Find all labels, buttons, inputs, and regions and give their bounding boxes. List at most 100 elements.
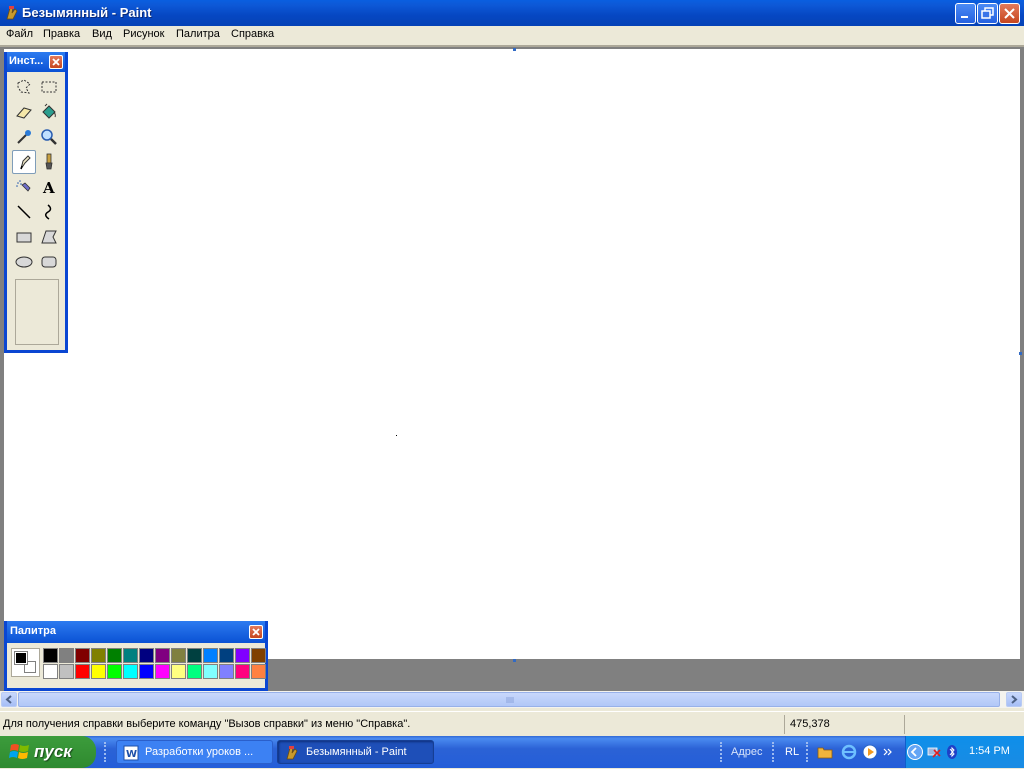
palette-swatch[interactable]	[171, 648, 186, 663]
palette-swatch[interactable]	[219, 664, 234, 679]
toolbox-titlebar[interactable]: Инст...	[7, 52, 65, 72]
scroll-right-button[interactable]	[1006, 692, 1022, 707]
menu-file[interactable]: Файл	[6, 28, 33, 40]
tool-text[interactable]: A	[37, 175, 61, 199]
clock[interactable]: 1:54 PM	[969, 745, 1010, 757]
palette-swatch[interactable]	[235, 664, 250, 679]
palette-swatch[interactable]	[187, 664, 202, 679]
network-icon[interactable]	[926, 744, 942, 760]
resize-handle-top[interactable]	[513, 48, 516, 51]
title-bar[interactable]: Безымянный - Paint	[0, 0, 1024, 26]
restore-button[interactable]	[977, 3, 998, 24]
tool-airbrush[interactable]	[12, 175, 36, 199]
chevron-left-icon	[5, 695, 12, 704]
close-button[interactable]	[999, 3, 1020, 24]
address-toolbar-label[interactable]: Адрес	[731, 746, 763, 758]
resize-handle-bottom[interactable]	[513, 659, 516, 662]
tool-rounded-rect[interactable]	[37, 250, 61, 274]
palette-title: Палитра	[10, 625, 56, 637]
toolbox-close-button[interactable]	[49, 55, 63, 69]
language-indicator[interactable]: RL	[785, 746, 799, 758]
free-form-select-icon	[17, 79, 31, 94]
menu-colors[interactable]: Палитра	[176, 28, 220, 40]
close-icon	[252, 628, 260, 636]
curve-icon	[45, 204, 52, 220]
color-palette-panel: Палитра	[4, 621, 268, 691]
palette-swatch[interactable]	[171, 664, 186, 679]
drawing-canvas[interactable]	[4, 49, 1020, 659]
start-button[interactable]: пуск	[0, 736, 96, 768]
palette-swatch[interactable]	[91, 664, 106, 679]
palette-swatch[interactable]	[59, 648, 74, 663]
minimize-icon	[961, 16, 968, 18]
quicklaunch-overflow[interactable]	[881, 738, 893, 766]
magnifier-icon	[41, 129, 57, 145]
tool-ellipse[interactable]	[12, 250, 36, 274]
taskbar-grip	[806, 742, 810, 762]
palette-swatch[interactable]	[91, 648, 106, 663]
menu-edit[interactable]: Правка	[43, 28, 80, 40]
palette-swatch[interactable]	[251, 648, 266, 663]
word-doc-icon: W	[123, 745, 139, 761]
taskbar-item-paint[interactable]: Безымянный - Paint	[277, 740, 434, 764]
palette-swatch[interactable]	[235, 648, 250, 663]
media-player-icon[interactable]	[862, 744, 878, 760]
folder-icon[interactable]	[817, 745, 833, 759]
tool-rect-select[interactable]	[37, 75, 61, 99]
tool-fill[interactable]	[37, 100, 61, 124]
tool-rectangle[interactable]	[12, 225, 36, 249]
menu-image[interactable]: Рисунок	[123, 28, 165, 40]
palette-swatch[interactable]	[203, 648, 218, 663]
tool-curve[interactable]	[37, 200, 61, 224]
grip-icon	[506, 697, 514, 703]
tool-options-box[interactable]	[15, 279, 59, 345]
tray-expand-button[interactable]	[907, 744, 923, 760]
palette-swatch[interactable]	[139, 664, 154, 679]
tool-polygon[interactable]	[37, 225, 61, 249]
palette-swatch[interactable]	[155, 648, 170, 663]
menu-help[interactable]: Справка	[231, 28, 274, 40]
scroll-left-button[interactable]	[1, 692, 17, 707]
chevron-double-right-icon	[883, 748, 892, 756]
eraser-icon	[16, 107, 32, 119]
toolbox-title: Инст...	[9, 55, 44, 67]
toolbox-panel: Инст... A	[4, 52, 68, 353]
horizontal-scrollbar[interactable]	[0, 691, 1024, 708]
palette-swatch[interactable]	[139, 648, 154, 663]
tool-magnifier[interactable]	[37, 125, 61, 149]
paint-icon	[6, 6, 18, 20]
minimize-button[interactable]	[955, 3, 976, 24]
status-divider	[784, 715, 785, 734]
palette-swatch[interactable]	[187, 648, 202, 663]
palette-swatch[interactable]	[123, 648, 138, 663]
bluetooth-icon[interactable]	[944, 744, 960, 760]
tool-brush[interactable]	[37, 150, 61, 174]
palette-swatch[interactable]	[155, 664, 170, 679]
palette-swatch[interactable]	[203, 664, 218, 679]
scroll-thumb[interactable]	[18, 692, 1000, 707]
taskbar-item-word[interactable]: W Разработки уроков ...	[116, 740, 273, 764]
airbrush-icon	[16, 180, 31, 192]
resize-handle-right[interactable]	[1019, 352, 1022, 355]
internet-explorer-icon[interactable]	[841, 744, 857, 760]
palette-swatch[interactable]	[43, 664, 58, 679]
menu-view[interactable]: Вид	[92, 28, 112, 40]
palette-titlebar[interactable]: Палитра	[7, 621, 265, 643]
tool-line[interactable]	[12, 200, 36, 224]
tool-eraser[interactable]	[12, 100, 36, 124]
palette-swatch[interactable]	[123, 664, 138, 679]
palette-close-button[interactable]	[249, 625, 263, 639]
palette-swatch[interactable]	[107, 648, 122, 663]
tool-free-form-select[interactable]	[12, 75, 36, 99]
palette-swatch[interactable]	[43, 648, 58, 663]
palette-swatch[interactable]	[75, 664, 90, 679]
palette-swatch[interactable]	[251, 664, 266, 679]
current-colors[interactable]	[11, 648, 40, 677]
work-area-border	[0, 45, 1024, 47]
palette-swatch[interactable]	[219, 648, 234, 663]
palette-swatch[interactable]	[107, 664, 122, 679]
tool-pencil[interactable]	[12, 150, 36, 174]
palette-swatch[interactable]	[59, 664, 74, 679]
tool-pick-color[interactable]	[12, 125, 36, 149]
palette-swatch[interactable]	[75, 648, 90, 663]
